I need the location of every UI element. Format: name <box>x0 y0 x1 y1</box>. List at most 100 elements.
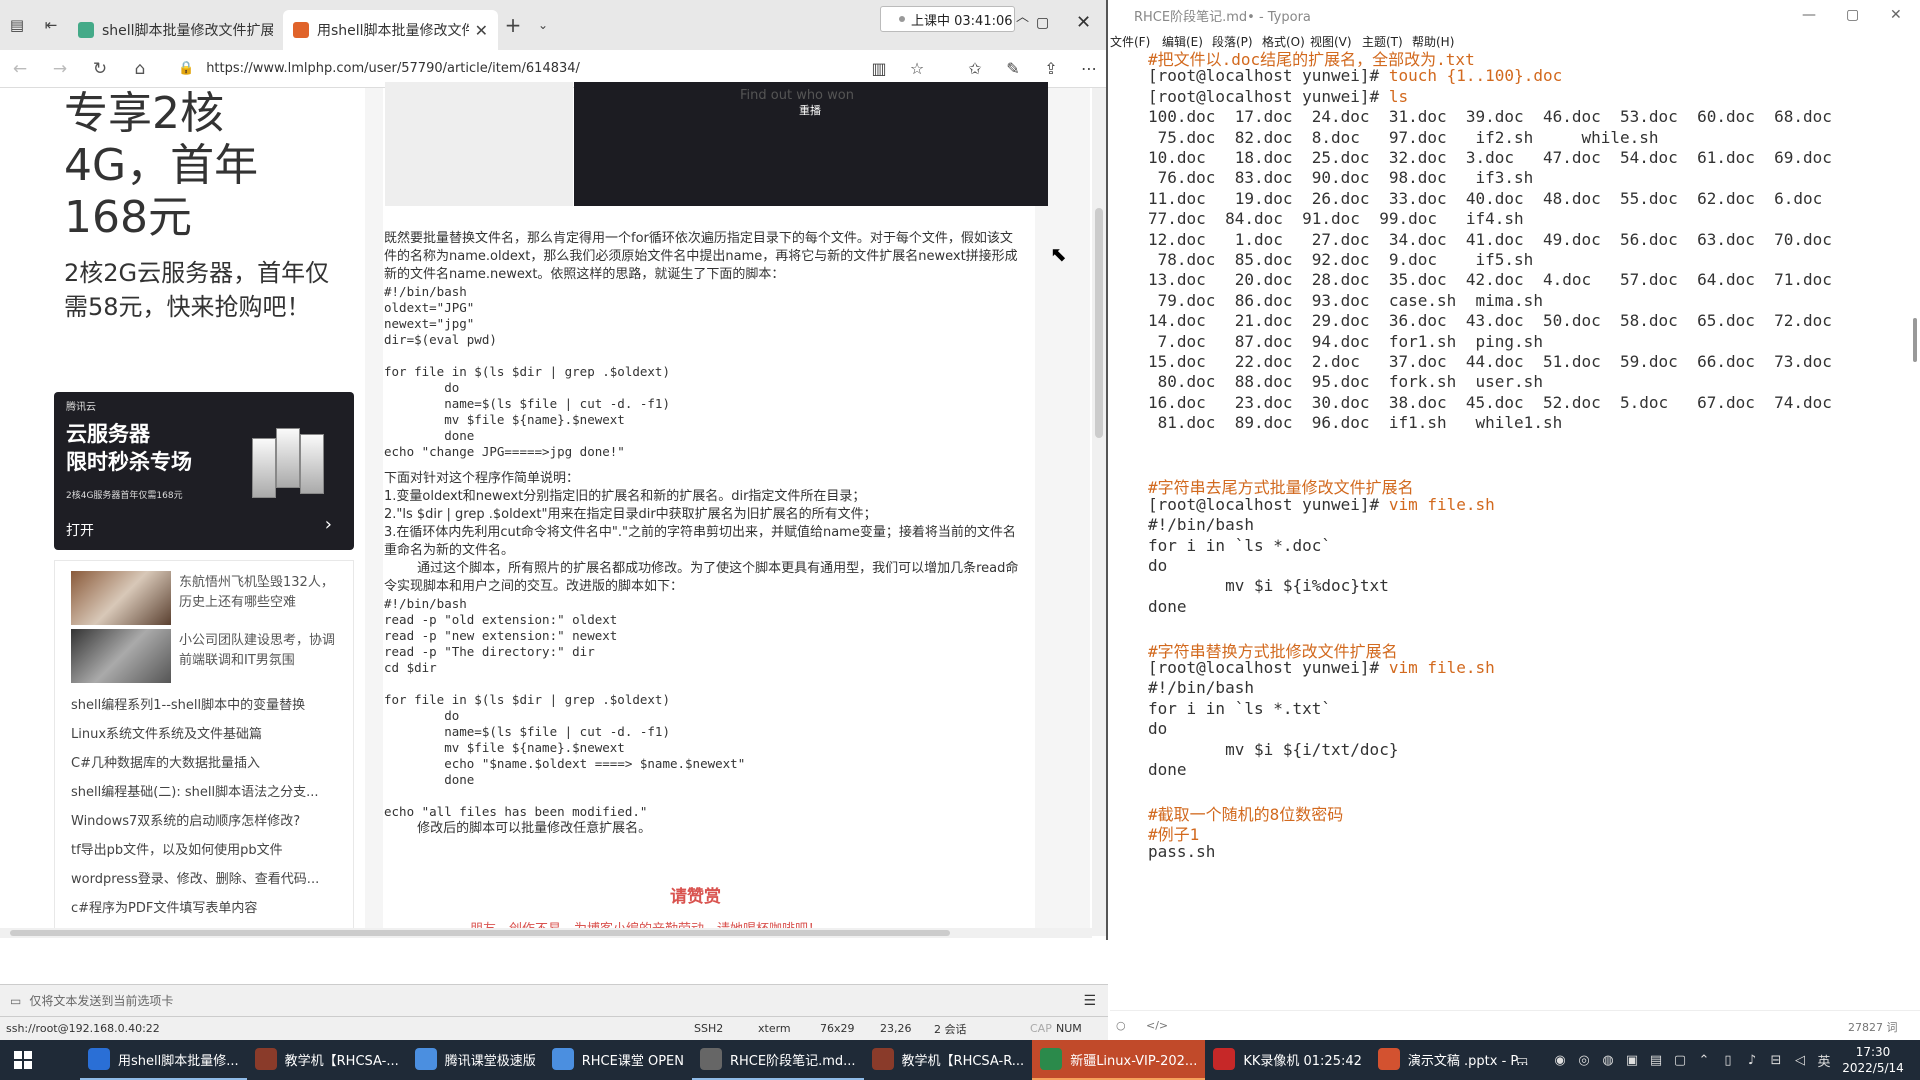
taskbar-item[interactable]: 教学机【RHCSA-R... <box>864 1040 1033 1080</box>
word-count[interactable]: 27827 词 <box>1848 1019 1898 1035</box>
praise-heading[interactable]: 请赞赏 <box>670 882 721 907</box>
taskbar-item[interactable]: RHCE阶段笔记.md... <box>691 1040 864 1080</box>
collapse-chevron-icon[interactable]: ︿ <box>1016 6 1029 25</box>
page-scrollbar[interactable] <box>1092 88 1106 936</box>
more-icon[interactable]: ⋯ <box>1070 59 1106 78</box>
terminal-status-bar: ssh://root@192.168.0.40:22 SSH2 xterm 76… <box>0 1016 1108 1040</box>
editor-line: mv $i ${i%doc}txt <box>1148 576 1389 596</box>
editor-command-line: [root@localhost yunwei]# ls <box>1148 87 1408 106</box>
windows-start-icon[interactable] <box>0 1040 46 1080</box>
sidebar-toggle-icon[interactable]: ○ <box>1116 1019 1126 1032</box>
tab-actions-icon[interactable]: ▤ <box>0 0 34 50</box>
news-thumbnail[interactable] <box>71 629 171 683</box>
app-icon <box>1040 1048 1063 1070</box>
typora-window: RHCE阶段笔记.md• - Typora — ▢ ✕ 文件(F) 编辑(E) … <box>1110 0 1920 1040</box>
window-close-icon[interactable]: ✕ <box>1076 12 1091 33</box>
ad-sub: 2核4G服务器首年仅需168元 <box>66 491 183 501</box>
taskbar-item[interactable]: 腾讯课堂极速版 <box>407 1040 544 1080</box>
back-icon[interactable]: ← <box>0 59 40 79</box>
replay-button[interactable]: 重播 <box>799 102 821 118</box>
news-link[interactable]: C#几种数据库的大数据批量插入 <box>71 752 341 771</box>
status-protocol: SSH2 <box>694 1022 724 1035</box>
taskbar-item[interactable]: 教学机【RHCSA-... <box>247 1040 407 1080</box>
send-text-bar[interactable]: ▭ 仅将文本发送到当前选项卡 ☰ <box>0 984 1108 1016</box>
news-link[interactable]: Linux系统文件系统及文件基础篇 <box>71 723 341 742</box>
shell-prompt: [root@localhost yunwei]# <box>1148 66 1389 86</box>
tray-app-icon[interactable]: ◎ <box>1572 1053 1596 1068</box>
page-hscrollbar[interactable] <box>0 928 1092 938</box>
address-bar[interactable]: 🔒 https://www.lmlphp.com/user/57790/arti… <box>178 61 860 76</box>
battery-icon[interactable]: ▯ <box>1716 1053 1740 1068</box>
ad-open-button[interactable]: 打开 <box>66 520 94 540</box>
article-paragraph: 既然要批量替换文件名，那么肯定得用一个for循环依次遍历指定目录下的每个文件。对… <box>384 231 1018 282</box>
clock[interactable]: 17:30 2022/5/14 <box>1836 1044 1910 1076</box>
minimize-icon[interactable]: — <box>1802 7 1816 23</box>
news-image-title[interactable]: 小公司团队建设思考，协调前端联调和IT男氛围 <box>179 631 339 671</box>
scrollbar-thumb[interactable] <box>1913 318 1917 362</box>
pen-icon[interactable]: ✎ <box>994 59 1032 78</box>
cloud-server-ad[interactable]: 腾讯云 云服务器 限时秒杀专场 2核4G服务器首年仅需168元 打开 › <box>54 392 354 550</box>
home-icon[interactable]: ⌂ <box>120 59 160 79</box>
news-link[interactable]: shell编程基础(二): shell脚本语法之分支... <box>71 781 341 800</box>
taskbar-item[interactable]: KK录像机 01:25:42 <box>1205 1040 1370 1080</box>
editor-scrollbar[interactable] <box>1910 46 1920 1010</box>
scrollbar-thumb[interactable] <box>10 930 950 936</box>
taskbar-item[interactable]: RHCE课堂 OPEN <box>544 1040 692 1080</box>
news-link[interactable]: Windows7双系统的启动顺序怎样修改? <box>71 810 341 829</box>
source-mode-icon[interactable]: </> <box>1146 1019 1168 1032</box>
favorite-star-icon[interactable]: ☆ <box>898 59 936 78</box>
tray-app-icon[interactable]: ▢ <box>1668 1053 1692 1068</box>
news-link[interactable]: wordpress登录、修改、删除、查看代码... <box>71 868 341 887</box>
promo-headline[interactable]: 专享2核 4G，首年 168元 <box>64 88 324 244</box>
reader-view-icon[interactable]: ▥ <box>860 59 898 78</box>
refresh-icon[interactable]: ↻ <box>80 59 120 79</box>
tab-shell-rename-1[interactable]: shell脚本批量修改文件扩展 <box>68 10 283 50</box>
news-link[interactable]: tf导出pb文件，以及如何使用pb文件 <box>71 839 341 858</box>
shell-command: vim file.sh <box>1388 658 1495 677</box>
editor-command-line: [root@localhost yunwei]# vim file.sh <box>1148 658 1495 677</box>
news-image-title[interactable]: 东航悟州飞机坠毁132人，历史上还有哪些空难 <box>179 573 339 613</box>
volume-icon[interactable]: ◁ <box>1788 1053 1812 1068</box>
tab-shell-rename-2[interactable]: 用shell脚本批量修改文件 ✕ <box>283 10 498 50</box>
editor-line: 81.doc 89.doc 96.doc if1.sh while1.sh <box>1148 413 1563 433</box>
editor-line: pass.sh <box>1148 841 1216 861</box>
news-link[interactable]: c#程序为PDF文件填写表单内容 <box>71 897 341 916</box>
promo-subline[interactable]: 2核2G云服务器，首年仅需58元，快来抢购吧！ <box>64 256 334 324</box>
news-link[interactable]: shell编程系列1--shell脚本中的变量替换 <box>71 694 341 713</box>
new-tab-icon[interactable]: + <box>498 13 528 37</box>
maximize-icon[interactable]: ▢ <box>1846 7 1859 23</box>
class-status-pill[interactable]: 上课中 03:41:06 <box>880 6 1015 32</box>
tab-list-chevron-icon[interactable]: ⌄ <box>528 18 558 32</box>
tray-app-icon[interactable]: ◍ <box>1596 1053 1620 1068</box>
microphone-icon[interactable]: ♪ <box>1740 1053 1764 1068</box>
taskbar-item[interactable]: 用shell脚本批量修... <box>80 1040 247 1080</box>
ad-headline: 云服务器 限时秒杀专场 <box>66 422 192 474</box>
forward-icon[interactable]: → <box>40 59 80 79</box>
typora-editor[interactable]: #把文件以.doc结尾的扩展名，全部改为.txt [root@localhost … <box>1110 46 1910 1010</box>
editor-line: 78.doc 85.doc 92.doc 9.doc if5.sh <box>1148 250 1534 269</box>
editor-line: 100.doc 17.doc 24.doc 31.doc 39.doc 46.d… <box>1148 107 1832 127</box>
share-icon[interactable]: ⇪ <box>1032 59 1070 78</box>
tray-app-icon[interactable]: ◉ <box>1548 1053 1572 1068</box>
chevron-right-icon[interactable]: › <box>325 514 332 535</box>
chat-icon[interactable]: ▭ <box>1510 1053 1534 1068</box>
network-icon[interactable]: ⊟ <box>1764 1053 1788 1068</box>
app-icon <box>1213 1048 1236 1070</box>
tray-app-icon[interactable]: ▤ <box>1644 1053 1668 1068</box>
editor-line: done <box>1148 760 1187 779</box>
window-maximize-icon[interactable]: ▢ <box>1036 15 1049 31</box>
menu-icon[interactable]: ☰ <box>1083 993 1096 1009</box>
tray-expand-icon[interactable]: ⌃ <box>1692 1053 1716 1068</box>
app-icon <box>88 1048 110 1070</box>
tray-app-icon[interactable]: ▣ <box>1620 1053 1644 1068</box>
favorites-icon[interactable]: ✩ <box>956 59 994 78</box>
system-tray: ▭ ◉ ◎ ◍ ▣ ▤ ▢ ⌃ ▯ ♪ ⊟ ◁ 英 17:30 2022/5/1… <box>1510 1040 1920 1080</box>
scrollbar-thumb[interactable] <box>1095 208 1103 438</box>
input-language[interactable]: 英 <box>1812 1051 1836 1070</box>
taskbar-item[interactable]: 新疆Linux-VIP-202... <box>1032 1040 1206 1080</box>
editor-line: 10.doc 18.doc 25.doc 32.doc 3.doc 47.doc… <box>1148 148 1832 167</box>
tab-close-icon[interactable]: ✕ <box>475 21 488 40</box>
set-aside-tabs-icon[interactable]: ⇤ <box>34 0 68 50</box>
close-icon[interactable]: ✕ <box>1890 7 1902 23</box>
news-thumbnail[interactable] <box>71 571 171 625</box>
